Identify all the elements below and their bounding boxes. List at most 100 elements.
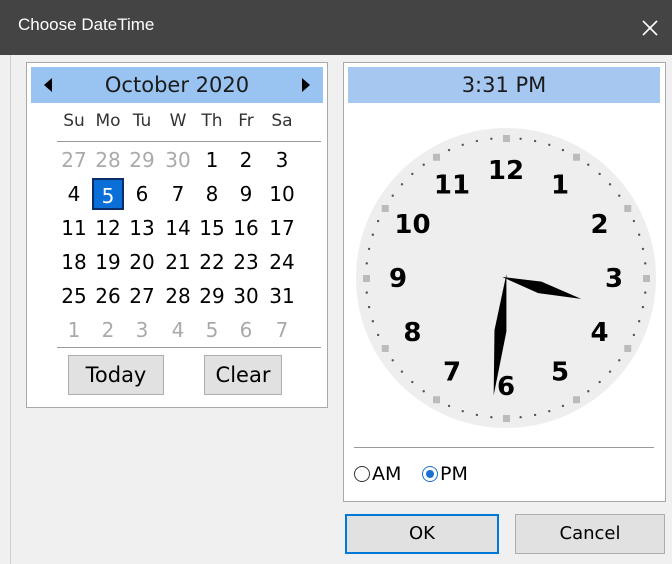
analog-clock[interactable]: 12 12 3 45 6 78 9 1011: [347, 123, 665, 441]
pm-radio-circle-icon: [422, 466, 438, 482]
calendar-day[interactable]: 26: [89, 280, 127, 312]
am-label: AM: [372, 463, 402, 485]
calendar-day-selected[interactable]: 5: [92, 178, 124, 210]
calendar-day[interactable]: 2: [227, 144, 265, 176]
minute-tick: [367, 305, 371, 309]
minute-tick: [561, 404, 565, 408]
calendar-day[interactable]: 1: [55, 314, 93, 346]
calendar-day[interactable]: 25: [55, 280, 93, 312]
am-radio-circle-icon: [354, 466, 370, 482]
minute-tick: [411, 380, 414, 384]
calendar-day[interactable]: 1: [193, 144, 231, 176]
pm-radio[interactable]: PM: [422, 461, 468, 487]
hour-number: 12: [488, 156, 524, 186]
calendar-day[interactable]: 27: [55, 144, 93, 176]
calendar-day[interactable]: 3: [123, 314, 161, 346]
today-button[interactable]: Today: [68, 355, 164, 395]
calendar-day[interactable]: 6: [227, 314, 265, 346]
minute-tick: [400, 370, 404, 373]
calendar-day[interactable]: 28: [89, 144, 127, 176]
calendar-day[interactable]: 2: [89, 314, 127, 346]
calendar-day[interactable]: 30: [227, 280, 265, 312]
minute-tick: [447, 148, 451, 152]
time-display: 3:31 PM: [348, 67, 660, 103]
calendar-day[interactable]: 10: [263, 178, 301, 210]
next-month-button[interactable]: [291, 67, 321, 103]
close-icon: [642, 19, 658, 36]
calendar-day[interactable]: 15: [193, 212, 231, 244]
calendar-day[interactable]: 5: [193, 314, 231, 346]
minute-tick: [411, 172, 414, 176]
hour-tick: [624, 345, 632, 352]
calendar-day[interactable]: 30: [159, 144, 197, 176]
hour-tick: [433, 153, 440, 161]
minute-tick: [587, 390, 590, 393]
calendar-day[interactable]: 19: [89, 246, 127, 278]
minute-tick: [519, 137, 522, 140]
minute-tick: [519, 416, 522, 419]
minute-tick: [376, 219, 380, 223]
minute-tick: [447, 404, 451, 408]
calendar-day[interactable]: 6: [123, 178, 161, 210]
calendar-day[interactable]: 13: [123, 212, 161, 244]
calendar-day[interactable]: 20: [123, 246, 161, 278]
calendar-day[interactable]: 18: [55, 246, 93, 278]
minute-tick: [365, 291, 368, 294]
calendar-day[interactable]: 4: [55, 178, 93, 210]
calendar-day[interactable]: 24: [263, 246, 301, 278]
time-picker[interactable]: 3:31 PM 12 1 2 3 4 5 6 7 8 9 10 11 AM PM: [343, 62, 666, 502]
calendar-day[interactable]: 29: [193, 280, 231, 312]
minute-tick: [422, 163, 425, 166]
minute-tick: [391, 194, 394, 197]
calendar-day[interactable]: 4: [159, 314, 197, 346]
clock-divider: [354, 447, 654, 448]
hour-number: 4: [590, 318, 608, 348]
calendar-day[interactable]: 7: [263, 314, 301, 346]
week-row: 11 12 13 14 15 16 17: [55, 212, 321, 246]
minute-tick: [618, 359, 621, 362]
calendar-day[interactable]: 23: [227, 246, 265, 278]
minute-tick: [561, 148, 565, 152]
minute-tick: [632, 333, 636, 337]
ok-button[interactable]: OK: [345, 514, 499, 554]
calendar-day[interactable]: 21: [159, 246, 197, 278]
hour-number: 6: [497, 372, 515, 402]
month-label[interactable]: October 2020: [31, 67, 323, 103]
minute-tick: [587, 163, 590, 166]
calendar-day[interactable]: 14: [159, 212, 197, 244]
am-radio[interactable]: AM: [354, 461, 401, 487]
calendar-day[interactable]: 7: [159, 178, 197, 210]
prev-month-button[interactable]: [33, 67, 63, 103]
hour-number: 1: [551, 170, 569, 200]
clear-button[interactable]: Clear: [204, 355, 282, 395]
minute-tick: [490, 416, 493, 419]
calendar-day[interactable]: 9: [227, 178, 265, 210]
calendar-header: October 2020: [31, 67, 323, 103]
close-button[interactable]: [628, 0, 672, 55]
cancel-button[interactable]: Cancel: [515, 514, 665, 554]
calendar-day[interactable]: 22: [193, 246, 231, 278]
hour-number: 2: [590, 210, 608, 240]
minute-tick: [391, 359, 394, 362]
minute-tick: [475, 413, 479, 417]
hour-tick: [363, 275, 370, 282]
calendar-day[interactable]: 16: [227, 212, 265, 244]
calendar-day[interactable]: 27: [123, 280, 161, 312]
weekday-label: Su: [63, 111, 85, 131]
month-calendar[interactable]: October 2020 Su Mo Tu W Th Fr Sa 27 28 29 30 1 2 3 4 5…: [26, 62, 328, 408]
calendar-day[interactable]: 28: [159, 280, 197, 312]
minute-tick: [608, 183, 612, 186]
weekday-label: Th: [201, 111, 223, 131]
window-title: Choose DateTime: [18, 15, 155, 34]
calendar-day[interactable]: 29: [123, 144, 161, 176]
calendar-day[interactable]: 31: [263, 280, 301, 312]
calendar-day[interactable]: 12: [89, 212, 127, 244]
calendar-day[interactable]: 11: [55, 212, 93, 244]
minute-tick: [475, 139, 479, 143]
weekday-divider: [57, 141, 321, 142]
calendar-day[interactable]: 3: [263, 144, 301, 176]
weekday-label: Tu: [132, 111, 152, 131]
minute-tick: [598, 380, 601, 384]
calendar-day[interactable]: 17: [263, 212, 301, 244]
calendar-day[interactable]: 8: [193, 178, 231, 210]
